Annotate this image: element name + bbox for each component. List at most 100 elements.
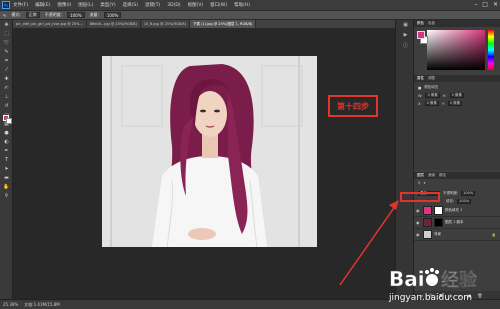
tab-layers[interactable]: 图层: [417, 173, 424, 178]
dodge-tool-icon[interactable]: ◐: [0, 137, 13, 146]
layer-row[interactable]: ◉ 颜色填充 1: [414, 205, 500, 217]
fill-label: 填充:: [446, 198, 455, 203]
layer-thumbnail: [423, 206, 432, 215]
properties-row: X: 0 像素 Y: 0 像素: [418, 101, 496, 106]
watermark-brand-left: Bai: [389, 267, 425, 291]
hue-slider[interactable]: [488, 30, 494, 70]
lasso-tool-icon[interactable]: ➰: [0, 38, 13, 47]
marquee-tool-icon[interactable]: ⬚: [0, 29, 13, 38]
tab-paths[interactable]: 路径: [439, 173, 446, 178]
tools-panel: ✥ ⬚ ➰ ✎ ⌗ ⁄ ✚ ✍ ⊥ ↺ ▭ ▦ ● ◐ ✒ T ➤ ▬ ✋ ⚲: [0, 20, 13, 299]
y-field[interactable]: 0 像素: [447, 101, 463, 106]
move-tool-icon[interactable]: ✥: [0, 20, 13, 29]
actions-panel-icon[interactable]: ▶: [396, 30, 415, 40]
tab-color[interactable]: 颜色: [417, 21, 424, 26]
layer-name: 图层 1 副本: [445, 220, 464, 224]
menu-filter[interactable]: 滤镜(T): [145, 2, 160, 8]
background-color-swatch[interactable]: [6, 118, 12, 124]
menu-edit[interactable]: 编辑(E): [35, 2, 50, 8]
shape-tool-icon[interactable]: ▬: [0, 173, 13, 182]
eyedropper-tool-icon[interactable]: ⁄: [0, 65, 13, 74]
menu-layer[interactable]: 图层(L): [78, 2, 93, 8]
quick-select-tool-icon[interactable]: ✎: [0, 47, 13, 56]
menu-3d[interactable]: 3D(D): [167, 3, 180, 8]
document-tab[interactable]: pic_edit_pic_girl_pic_lvse.jpg @ 25%...: [13, 20, 87, 28]
step-annotation-label: 第十四步: [328, 95, 378, 117]
tab-channels[interactable]: 通道: [428, 173, 435, 178]
x-label: X:: [418, 101, 422, 106]
healing-tool-icon[interactable]: ✚: [0, 74, 13, 83]
tool-preset-icon[interactable]: ✎: [3, 13, 6, 18]
stamp-tool-icon[interactable]: ⊥: [0, 92, 13, 101]
maximize-button[interactable]: □: [482, 1, 488, 8]
layer-opacity-field[interactable]: 100%: [461, 190, 476, 196]
y-label: Y:: [441, 101, 445, 106]
menu-select[interactable]: 选择(S): [123, 2, 138, 8]
flow-field[interactable]: 100%: [103, 12, 122, 18]
baidu-watermark-logo: Bai 经验 jingyan.baidu.com: [388, 267, 478, 303]
crop-tool-icon[interactable]: ⌗: [0, 56, 13, 65]
document-info: 文档:1.41M/15.8M: [24, 301, 60, 307]
menu-type[interactable]: 类型(Y): [100, 2, 115, 8]
info-panel-icon[interactable]: ⓘ: [396, 40, 415, 50]
mode-select[interactable]: 正常: [25, 12, 40, 18]
tab-adjustments[interactable]: 调整: [428, 76, 435, 81]
document-tab-active[interactable]: 下载 (1).jpg @ 25%(图层 1, RGB/8): [189, 20, 257, 28]
brush-tool-icon[interactable]: ✍: [0, 83, 13, 92]
watermark-url: jingyan.baidu.com: [388, 293, 472, 303]
layer-mask-thumbnail: [434, 206, 443, 215]
layer-row[interactable]: ◉ 图层 1 副本: [414, 217, 500, 229]
height-field[interactable]: 0 像素: [449, 93, 464, 98]
color-picker-field[interactable]: [427, 30, 485, 70]
layer-filter-type[interactable]: ▾: [424, 181, 426, 185]
paw-icon: [425, 268, 439, 286]
menu-image[interactable]: 图像(I): [57, 2, 71, 8]
zoom-tool-icon[interactable]: ⚲: [0, 191, 13, 200]
properties-panel: 属性 调整 ■ 颜色填充 W: 0 像素 H: 0 像素 X: 0 像素 Y: …: [414, 75, 500, 170]
visibility-eye-icon[interactable]: ◉: [416, 232, 421, 237]
zoom-level[interactable]: 25.39%: [3, 302, 18, 307]
close-button[interactable]: ✕: [493, 1, 498, 8]
properties-row: W: 0 像素 H: 0 像素: [418, 93, 496, 98]
layer-mask-thumbnail: [434, 218, 443, 227]
width-field[interactable]: 0 像素: [425, 93, 440, 98]
pen-tool-icon[interactable]: ✒: [0, 146, 13, 155]
tab-properties[interactable]: 属性: [417, 76, 424, 81]
minimize-button[interactable]: –: [474, 1, 477, 8]
tab-swatches[interactable]: 色板: [428, 21, 435, 26]
menu-file[interactable]: 文件(F): [13, 2, 28, 8]
window-controls: – □ ✕: [474, 1, 498, 8]
properties-panel-tabs: 属性 调整: [414, 75, 500, 82]
x-field[interactable]: 0 像素: [424, 101, 439, 106]
document-tab-bar: pic_edit_pic_girl_pic_lvse.jpg @ 25%... …: [13, 20, 395, 28]
document-canvas-photo[interactable]: [102, 56, 317, 247]
photoshop-logo-icon: Ps: [2, 1, 10, 9]
layer-filter-icon[interactable]: ⚲: [418, 181, 421, 185]
blur-tool-icon[interactable]: ●: [0, 128, 13, 137]
menu-window[interactable]: 窗口(W): [210, 2, 227, 8]
document-tab[interactable]: 86e0d...jpg @ 25%(RGB/8): [87, 20, 141, 28]
menu-help[interactable]: 帮助(H): [234, 2, 250, 8]
layer-fill-field[interactable]: 100%: [457, 198, 472, 204]
path-select-icon[interactable]: ➤: [0, 164, 13, 173]
properties-title-row: ■ 颜色填充: [418, 85, 496, 90]
layer-row[interactable]: ◉ 背景 🔒: [414, 229, 500, 241]
panel-foreground-swatch[interactable]: [417, 31, 425, 39]
visibility-eye-icon[interactable]: ◉: [416, 208, 421, 213]
visibility-eye-icon[interactable]: ◉: [416, 220, 421, 225]
layers-panel-tabs: 图层 通道 路径: [414, 172, 500, 179]
opacity-label: 不透明度:: [44, 12, 63, 17]
color-panel-tabs: 颜色 色板: [414, 20, 500, 27]
blend-mode-highlight-box: [400, 192, 440, 202]
layer-thumbnail: [423, 230, 432, 239]
type-tool-icon[interactable]: T: [0, 155, 13, 164]
menu-bar: Ps 文件(F) 编辑(E) 图像(I) 图层(L) 类型(Y) 选择(S) 滤…: [0, 0, 500, 10]
opacity-field[interactable]: 100%: [67, 12, 85, 18]
watermark: Bai 经验 jingyan.baidu.com: [385, 258, 500, 306]
watermark-brand-right: 经验: [441, 269, 478, 291]
hand-tool-icon[interactable]: ✋: [0, 182, 13, 191]
document-tab[interactable]: 10_6.jpg @ 25%(RGB/8): [141, 20, 190, 28]
menu-view[interactable]: 视图(V): [188, 2, 204, 8]
history-brush-icon[interactable]: ↺: [0, 101, 13, 110]
history-panel-icon[interactable]: ▣: [396, 20, 415, 30]
